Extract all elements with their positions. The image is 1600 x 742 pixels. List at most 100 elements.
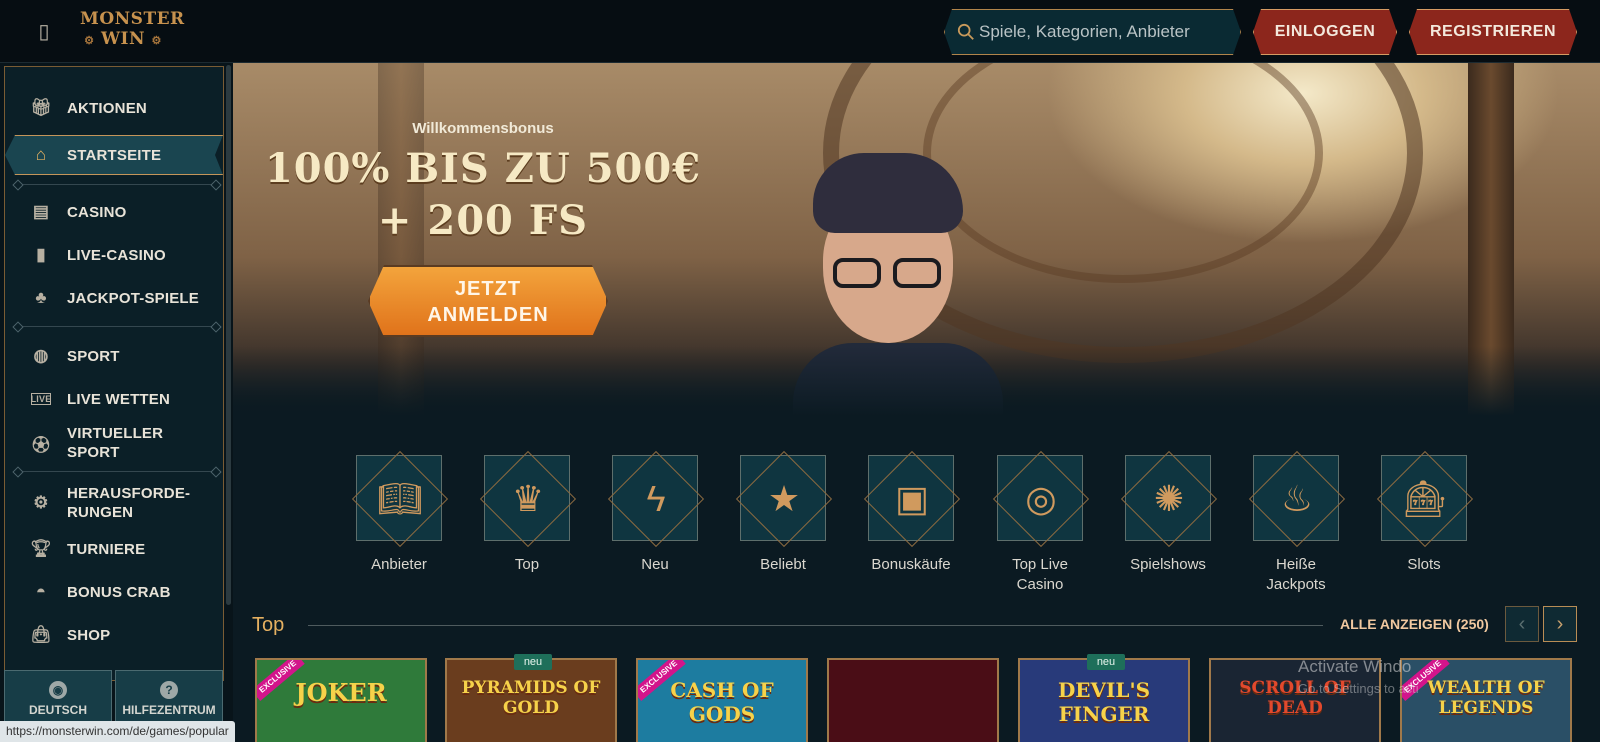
category-top[interactable]: ♛ Top [463,455,591,575]
sidebar-item-label: TURNIERE [67,540,146,558]
slot-icon: 🎰︎ [1402,478,1448,519]
windows-activation-watermark: Activate Windo [1298,657,1412,676]
sidebar-item-sport[interactable]: ◍ SPORT [5,336,223,376]
category-beliebt[interactable]: ★ Beliebt [719,455,847,575]
game-title: PYRAMIDS OF GOLD [461,678,601,718]
hero-fade [233,346,1600,416]
category-bonuskaeufe[interactable]: ▣ Bonuskäufe [847,455,975,575]
bag-icon: 👜︎ [30,625,52,644]
category-label: Bonuskäufe [871,556,951,573]
clover-icon: ♣ [35,288,47,307]
section-divider [308,625,1323,626]
game-card-joker[interactable]: EXCLUSIVE JOKER [255,658,427,742]
game-title: DEVIL'S FINGER [1057,678,1151,726]
sidebar-item-label: STARTSEITE [67,146,162,164]
crab-icon: ◓ [35,582,47,601]
game-card-pyramids-of-gold[interactable]: PYRAMIDS OF GOLD [445,658,617,742]
chest-icon: ▣ [894,478,929,519]
category-label: Slots [1407,556,1441,573]
language-label: DEUTSCH [28,703,87,717]
sidebar-item-casino[interactable]: ▤ CASINO [5,192,223,232]
sidebar-toggle-icon[interactable]: ▯ [30,20,58,44]
sidebar-item-label: BONUS CRAB [67,583,171,601]
category-label: Spielshows [1130,556,1206,573]
cta-label-line: JETZT [454,278,522,300]
category-label: Anbieter [371,556,427,573]
sidebar-nav: 🎁︎ AKTIONEN ⌂ STARTSEITE ▤ CASINO ▮ LIVE… [4,66,224,681]
chip-icon: ◎ [1025,478,1057,519]
hero-title-line: + 200 FS [377,197,589,244]
sidebar-item-live-casino[interactable]: ▮ LIVE-CASINO [5,235,223,275]
sidebar-item-aktionen[interactable]: 🎁︎ AKTIONEN [5,89,223,127]
globe-icon: ◉ [49,681,67,699]
sidebar-item-shop[interactable]: 👜︎ SHOP [5,615,223,655]
virtual-sport-icon: ⚽︎ [32,435,50,455]
lightning-icon: ϟ [646,478,666,519]
search-box[interactable] [944,9,1241,55]
game-card-wealth-of-legends[interactable]: EXCLUSIVE WEALTH OF LEGENDS [1400,658,1572,742]
sidebar-item-label: HERAUSFORDE-RUNGEN [67,485,191,521]
game-card-cash-of-gods[interactable]: EXCLUSIVE CASH OF GODS [636,658,808,742]
new-badge: neu [1087,654,1125,670]
sidebar-divider [17,471,217,472]
category-label: Heiße Jackpots [1266,556,1326,593]
logo-text-win: WIN [100,29,146,49]
sidebar-item-live-wetten[interactable]: LIVE LIVE WETTEN [5,379,223,419]
new-badge: neu [514,654,552,670]
gear-icon: ⚙ [151,34,162,47]
game-card-devils-finger[interactable]: DEVIL'S FINGER [1018,658,1190,742]
category-anbieter[interactable]: 📖︎ Anbieter [335,455,463,575]
sidebar-item-label: LIVE-CASINO [67,246,166,264]
sidebar-item-label: CASINO [67,203,127,221]
sidebar-item-startseite[interactable]: ⌂ STARTSEITE [5,135,223,175]
category-neu[interactable]: ϟ Neu [591,455,719,575]
game-title: JOKER [295,678,387,707]
section-title-top: Top [252,614,285,636]
character-hair [813,153,963,233]
category-heisse-jackpots[interactable]: ♨ Heiße Jackpots [1232,455,1360,595]
book-icon: 📖︎ [377,478,423,519]
flame-icon: ♨ [1280,478,1314,519]
login-button[interactable]: EINLOGGEN [1253,9,1397,55]
crown-icon: ♛ [511,478,545,519]
challenge-icon: ⚙ [33,493,49,512]
view-all-link[interactable]: ALLE ANZEIGEN (250) [1340,616,1489,632]
category-slots[interactable]: 🎰︎ Slots [1360,455,1488,575]
trophy-icon: 🏆︎ [30,539,52,558]
category-spielshows[interactable]: ✺ Spielshows [1104,455,1232,575]
home-icon: ⌂ [35,145,47,164]
sidebar: 🎁︎ AKTIONEN ⌂ STARTSEITE ▤ CASINO ▮ LIVE… [0,63,233,742]
hero-title: 100% BIS ZU 500€ + 200 FS [263,143,703,247]
hero-banner[interactable]: Willkommensbonus 100% BIS ZU 500€ + 200 … [233,63,1600,416]
gear-icon: ⚙ [84,34,95,47]
monsterwin-logo[interactable]: MONSTER ⚙ WIN ⚙ [80,9,185,55]
sidebar-item-label: JACKPOT-SPIELE [67,289,199,307]
carousel-prev-button[interactable]: ‹ [1505,606,1539,642]
logo-text-monster: MONSTER [80,9,185,29]
sidebar-item-bonus-crab[interactable]: ◓ BONUS CRAB [5,572,223,612]
game-title: WEALTH OF LEGENDS [1427,678,1545,718]
sidebar-item-virtueller-sport[interactable]: ⚽︎ VIRTUELLER SPORT [5,421,223,465]
sidebar-item-jackpot[interactable]: ♣ JACKPOT-SPIELE [5,278,223,318]
register-now-button[interactable]: JETZT ANMELDEN [368,265,608,337]
help-label: HILFEZENTRUM [122,703,216,717]
register-button[interactable]: REGISTRIEREN [1409,9,1577,55]
slot-machine-icon: ▤ [32,202,50,221]
sidebar-item-label: SHOP [67,626,111,644]
search-input[interactable] [979,10,1234,54]
windows-activation-subtext: Go to Settings to acti [1298,681,1419,696]
sidebar-scrollbar[interactable] [226,65,231,605]
card-icon: ▮ [36,245,46,264]
glasses-icon [893,258,941,288]
star-icon: ★ [767,478,801,519]
sidebar-item-label: SPORT [67,347,120,365]
game-card-dark[interactable] [827,658,999,742]
sidebar-item-herausforderungen[interactable]: ⚙ HERAUSFORDE-RUNGEN [5,481,223,525]
category-top-live-casino[interactable]: ◎ Top Live Casino [976,455,1104,595]
top-header: ▯ MONSTER ⚙ WIN ⚙ EINLOGGEN REGISTRIEREN [0,0,1600,63]
glasses-icon [833,258,881,288]
search-icon [957,23,975,41]
carousel-next-button[interactable]: › [1543,606,1577,642]
hero-subtitle: Willkommensbonus [412,120,554,137]
sidebar-item-turniere[interactable]: 🏆︎ TURNIERE [5,529,223,569]
